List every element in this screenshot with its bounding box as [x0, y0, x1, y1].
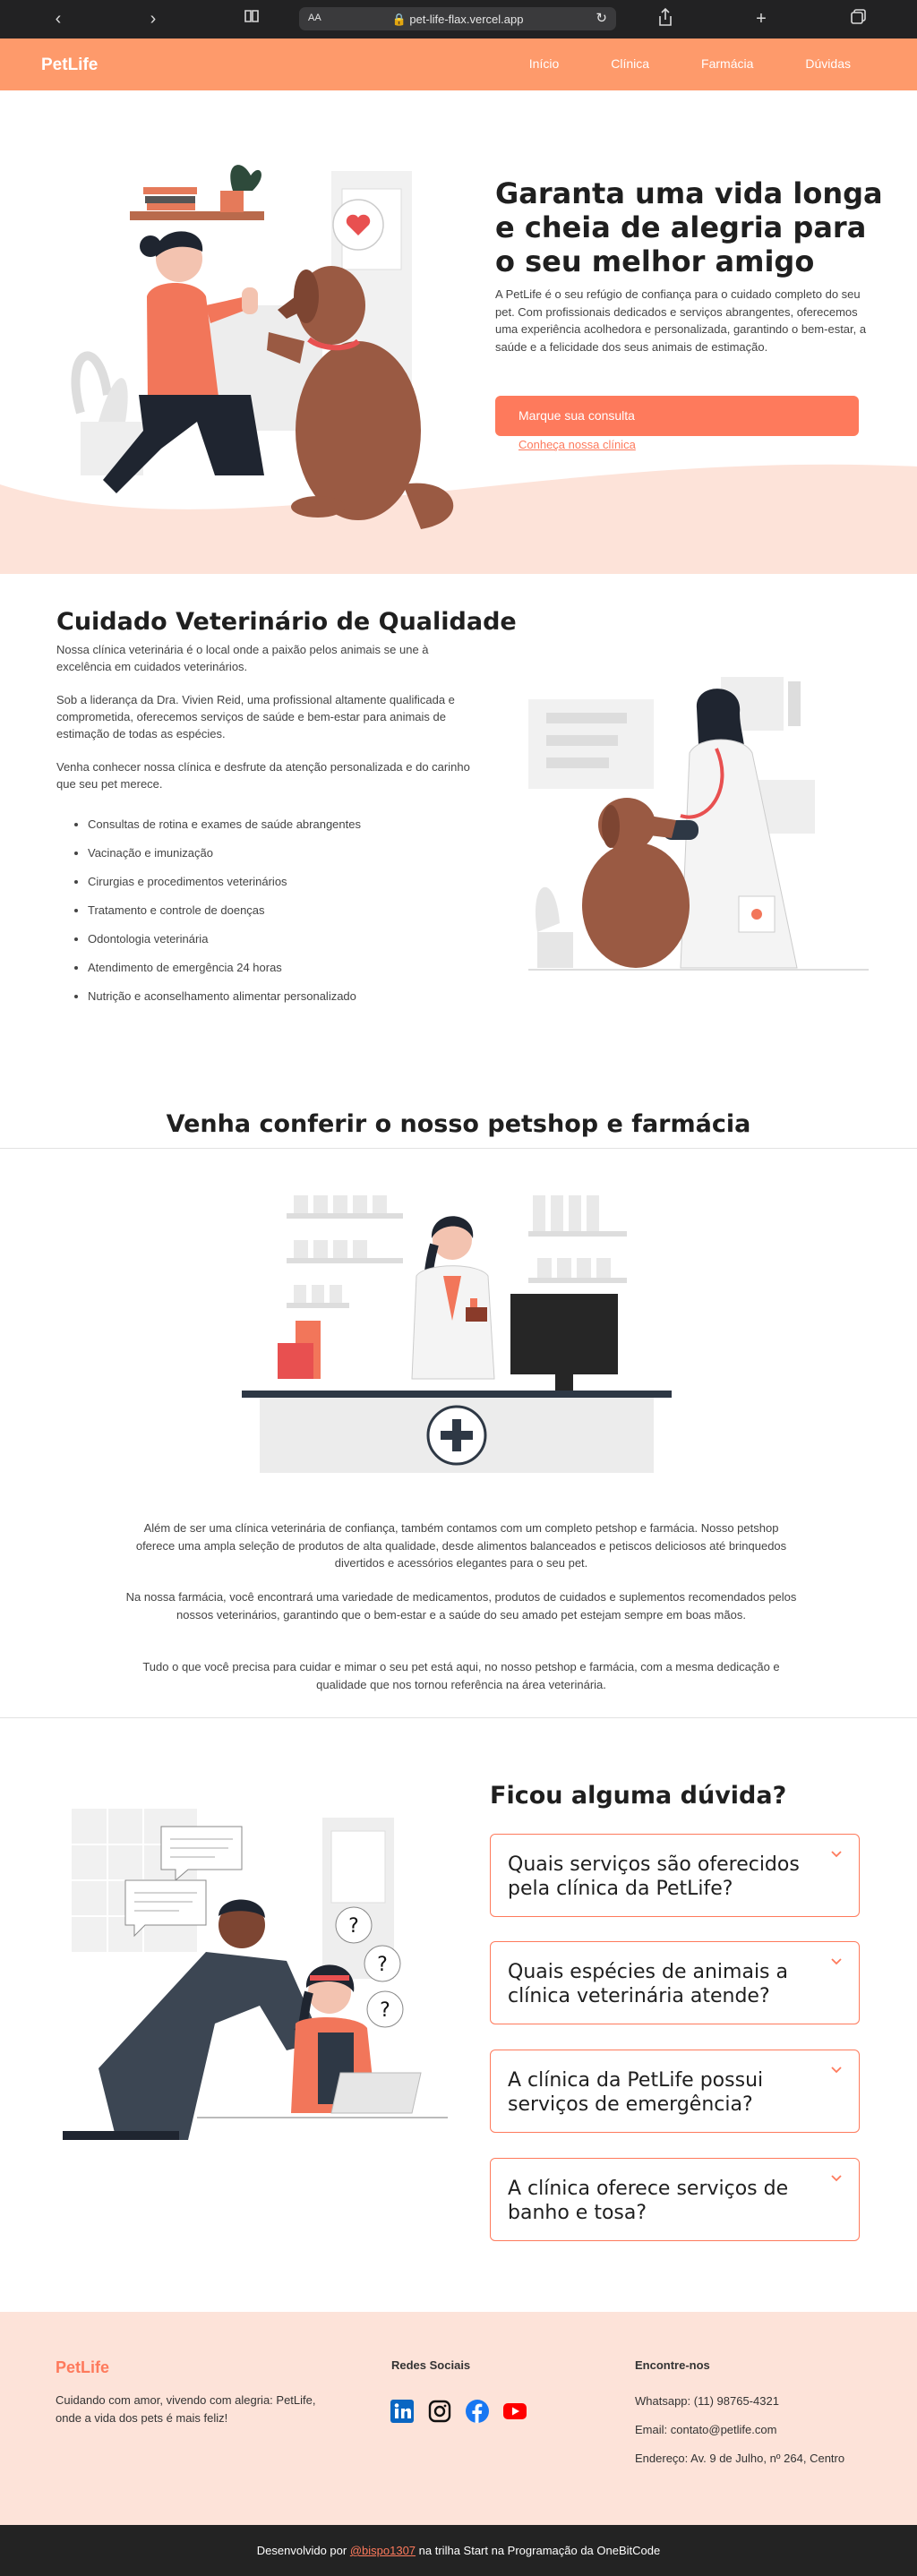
footer-tagline: Cuidando com amor, vivendo com alegria: … — [56, 2393, 316, 2425]
petshop-paragraph: Além de ser uma clínica veterinária de c… — [135, 1521, 787, 1570]
chevron-down-icon[interactable] — [830, 2171, 843, 2184]
social-heading: Redes Sociais — [391, 2358, 471, 2372]
clinic-paragraph: Venha conhecer nossa clínica e desfrute … — [56, 760, 470, 791]
section-divider — [0, 1717, 917, 1718]
faq-question: A clínica oferece serviços de banho e to… — [508, 2178, 789, 2224]
faq-item[interactable]: A clínica da PetLife possui serviços de … — [490, 2050, 860, 2133]
site-footer: PetLife Cuidando com amor, vivendo com a… — [0, 2312, 917, 2525]
petshop-paragraph: Na nossa farmácia, você encontrará uma v… — [125, 1590, 797, 1622]
nav-link-inicio[interactable]: Início — [529, 56, 559, 71]
hero-title: Garanta uma vida longa e cheia de alegri… — [495, 176, 883, 278]
facebook-icon[interactable] — [465, 2399, 490, 2424]
contact-whatsapp: Whatsapp: (11) 98765-4321 — [635, 2394, 779, 2408]
services-list: Consultas de rotina e exames de saúde ab… — [88, 817, 482, 1018]
credit-suffix: na trilha Start na Programação da OneBit… — [418, 2544, 661, 2557]
petshop-title: Venha conferir o nosso petshop e farmáci… — [166, 1110, 751, 1138]
url-value: pet-life-flax.vercel.app — [409, 13, 524, 26]
clinic-paragraph: Sob a liderança da Dra. Vivien Reid, uma… — [56, 693, 455, 740]
list-item: Consultas de rotina e exames de saúde ab… — [88, 817, 482, 846]
contact-heading: Encontre-nos — [635, 2358, 710, 2372]
list-item: Tratamento e controle de doenças — [88, 903, 482, 932]
woman-with-dog-illustration — [71, 165, 454, 529]
question-mark: ? — [348, 1915, 359, 1938]
section-divider — [0, 1148, 917, 1149]
clinic-title: Cuidado Veterinário de Qualidade — [56, 608, 517, 636]
hero-section: Garanta uma vida longa e cheia de alegri… — [0, 90, 917, 574]
list-item: Odontologia veterinária — [88, 932, 482, 961]
question-mark: ? — [380, 1999, 390, 2022]
faq-title: Ficou alguma dúvida? — [490, 1782, 787, 1810]
browser-toolbar: ‹ › AA 🔒 pet-life-flax.vercel.app ↻ + — [0, 0, 917, 39]
bookmarks-icon[interactable] — [240, 7, 263, 30]
reload-icon[interactable]: ↻ — [596, 10, 607, 26]
nav-links: Início Clínica Farmácia Dúvidas — [477, 56, 851, 71]
hero-description: A PetLife é o seu refúgio de confiança p… — [495, 287, 867, 354]
tabs-icon[interactable] — [847, 7, 870, 30]
clinic-paragraph: Nossa clínica veterinária é o local onde… — [56, 643, 429, 673]
forward-icon[interactable]: › — [141, 7, 165, 30]
chevron-down-icon[interactable] — [830, 1847, 843, 1860]
footer-logo[interactable]: PetLife — [56, 2358, 109, 2377]
pharmacy-counter-illustration — [242, 1195, 672, 1473]
url-text: 🔒 pet-life-flax.vercel.app — [299, 13, 616, 27]
list-item: Atendimento de emergência 24 horas — [88, 961, 482, 989]
youtube-icon[interactable] — [502, 2399, 527, 2424]
address-bar[interactable]: AA 🔒 pet-life-flax.vercel.app ↻ — [299, 7, 616, 30]
book-appointment-button[interactable]: Marque sua consulta — [495, 396, 859, 436]
petshop-paragraph: Tudo o que você precisa para cuidar e mi… — [142, 1660, 780, 1691]
faq-item[interactable]: Quais serviços são oferecidos pela clíni… — [490, 1834, 860, 1917]
vet-with-dog-illustration — [528, 677, 869, 971]
list-item: Cirurgias e procedimentos veterinários — [88, 875, 482, 903]
instagram-icon[interactable] — [427, 2399, 452, 2424]
site-logo[interactable]: PetLife — [41, 56, 98, 75]
nav-link-clinica[interactable]: Clínica — [611, 56, 649, 71]
list-item: Vacinação e imunização — [88, 846, 482, 875]
clinic-section: Cuidado Veterinário de Qualidade Nossa c… — [0, 574, 917, 1147]
back-icon[interactable]: ‹ — [47, 7, 70, 30]
people-with-questions-illustration: ? ? ? — [63, 1809, 448, 2140]
chevron-down-icon[interactable] — [830, 1955, 843, 1967]
author-link[interactable]: @bispo1307 — [350, 2544, 416, 2557]
question-mark: ? — [377, 1954, 388, 1976]
credit-prefix: Desenvolvido por — [256, 2544, 347, 2557]
nav-link-duvidas[interactable]: Dúvidas — [805, 56, 851, 71]
contact-email: Email: contato@petlife.com — [635, 2423, 777, 2436]
linkedin-icon[interactable] — [390, 2399, 415, 2424]
know-clinic-link[interactable]: Conheça nossa clínica — [518, 438, 636, 451]
contact-address: Endereço: Av. 9 de Julho, nº 264, Centro — [635, 2452, 845, 2465]
lock-icon: 🔒 — [391, 13, 407, 26]
faq-question: A clínica da PetLife possui serviços de … — [508, 2069, 764, 2116]
list-item: Nutrição e aconselhamento alimentar pers… — [88, 989, 482, 1018]
faq-item[interactable]: A clínica oferece serviços de banho e to… — [490, 2158, 860, 2241]
faq-item[interactable]: Quais espécies de animais a clínica vete… — [490, 1941, 860, 2024]
share-icon[interactable] — [654, 7, 677, 30]
new-tab-icon[interactable]: + — [750, 7, 773, 30]
social-links — [390, 2399, 527, 2424]
chevron-down-icon[interactable] — [830, 2063, 843, 2075]
faq-question: Quais serviços são oferecidos pela clíni… — [508, 1853, 800, 1900]
credits-bar: Desenvolvido por @bispo1307 na trilha St… — [0, 2525, 917, 2576]
nav-link-farmacia[interactable]: Farmácia — [701, 56, 753, 71]
top-navbar: PetLife Início Clínica Farmácia Dúvidas — [0, 39, 917, 90]
faq-question: Quais espécies de animais a clínica vete… — [508, 1961, 788, 2007]
